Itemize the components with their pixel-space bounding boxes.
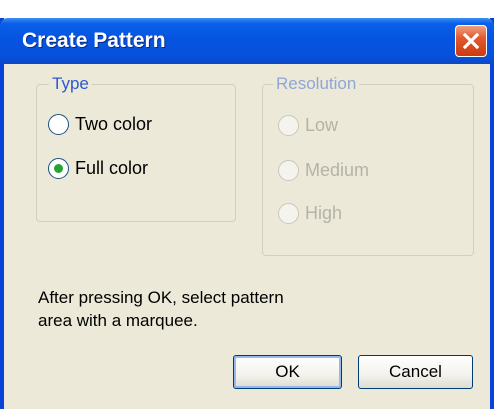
radio-high-circle [278, 203, 299, 224]
resolution-group-legend: Resolution [273, 74, 360, 94]
type-group-legend: Type [49, 74, 92, 94]
close-button[interactable] [455, 25, 487, 57]
radio-high-label: High [305, 203, 343, 223]
background-strip [0, 0, 494, 20]
instruction-text: After pressing OK, select pattern area w… [38, 286, 398, 332]
radio-low: Low [278, 115, 338, 136]
resolution-group: Resolution Low Medium High [262, 74, 474, 256]
radio-two-color[interactable]: Two color [48, 114, 152, 135]
dialog-title: Create Pattern [22, 29, 166, 52]
title-bar[interactable]: Create Pattern [0, 18, 494, 64]
cancel-button[interactable]: Cancel [358, 355, 473, 389]
type-group: Type Two color Full color [36, 74, 236, 222]
radio-full-color-circle[interactable] [48, 158, 69, 179]
radio-full-color-label[interactable]: Full color [75, 158, 148, 179]
ok-button[interactable]: OK [233, 355, 342, 389]
radio-medium-circle [278, 160, 299, 181]
close-icon [462, 32, 480, 50]
radio-two-color-circle[interactable] [48, 114, 69, 135]
instruction-line-1: After pressing OK, select pattern [38, 288, 284, 307]
radio-low-circle [278, 115, 299, 136]
instruction-line-2: area with a marquee. [38, 311, 198, 330]
radio-two-color-label[interactable]: Two color [75, 114, 152, 135]
radio-high: High [278, 203, 342, 224]
radio-medium-label: Medium [305, 160, 370, 180]
radio-low-label: Low [305, 115, 339, 135]
radio-full-color[interactable]: Full color [48, 158, 148, 179]
radio-medium: Medium [278, 160, 369, 181]
